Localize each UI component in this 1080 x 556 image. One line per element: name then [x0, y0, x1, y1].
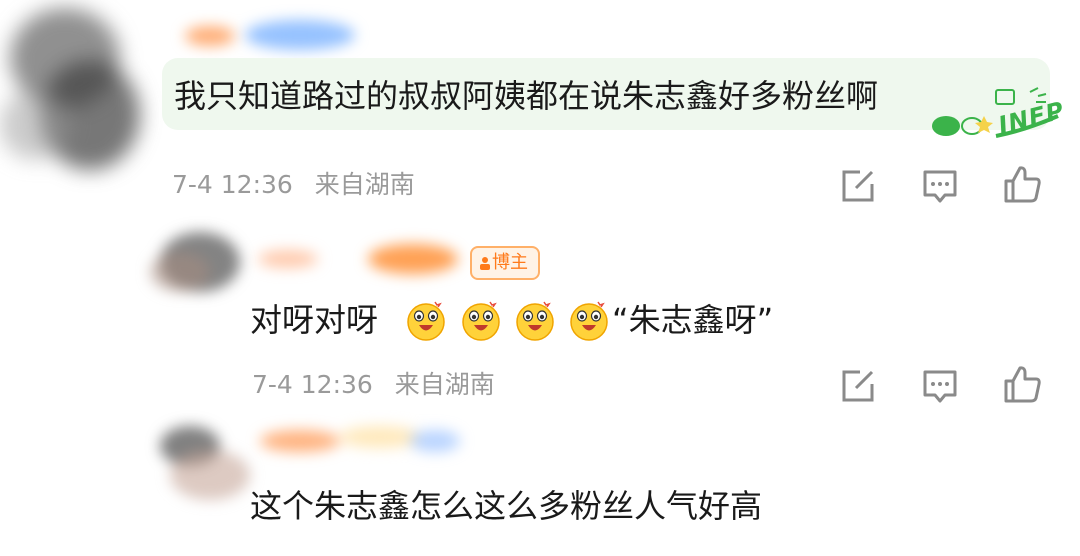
comment-source: 来自湖南 — [314, 170, 415, 199]
comment-quote: “朱志鑫呀” — [612, 301, 774, 339]
comment-source: 来自湖南 — [394, 370, 495, 399]
blogger-badge: 博主 — [470, 246, 540, 280]
grinning-face-icon — [516, 301, 554, 341]
thumbs-up-icon[interactable] — [1002, 364, 1042, 404]
avatar[interactable] — [150, 222, 260, 302]
avatar[interactable] — [150, 420, 260, 500]
grinning-face-icon — [462, 301, 500, 341]
thumbs-up-icon[interactable] — [1002, 164, 1042, 204]
comment-date: 7-4 12:36 — [252, 370, 373, 399]
comment-text: 这个朱志鑫怎么这么多粉丝人气好高 — [250, 487, 763, 525]
comment-icon[interactable] — [920, 366, 960, 406]
username[interactable] — [250, 420, 470, 480]
username[interactable] — [258, 236, 470, 280]
comment-icon[interactable] — [920, 166, 960, 206]
badge-person-icon — [480, 257, 490, 270]
comment-meta: 7-4 12:36 来自湖南 — [252, 370, 495, 400]
username[interactable] — [185, 12, 375, 56]
blogger-badge-label: 博主 — [492, 252, 528, 273]
mbti-tag: INFP — [926, 86, 1067, 142]
comment-date: 7-4 12:36 — [172, 170, 293, 199]
comment-text: 对呀对呀 — [250, 301, 379, 339]
share-edit-icon[interactable] — [838, 366, 878, 406]
grinning-face-icon — [570, 301, 608, 341]
comment-text: 我只知道路过的叔叔阿姨都在说朱志鑫好多粉丝啊 — [174, 77, 879, 115]
share-edit-icon[interactable] — [838, 166, 878, 206]
comment-meta: 7-4 12:36 来自湖南 — [172, 170, 415, 200]
avatar[interactable] — [0, 0, 150, 180]
grinning-face-icon — [407, 301, 445, 341]
